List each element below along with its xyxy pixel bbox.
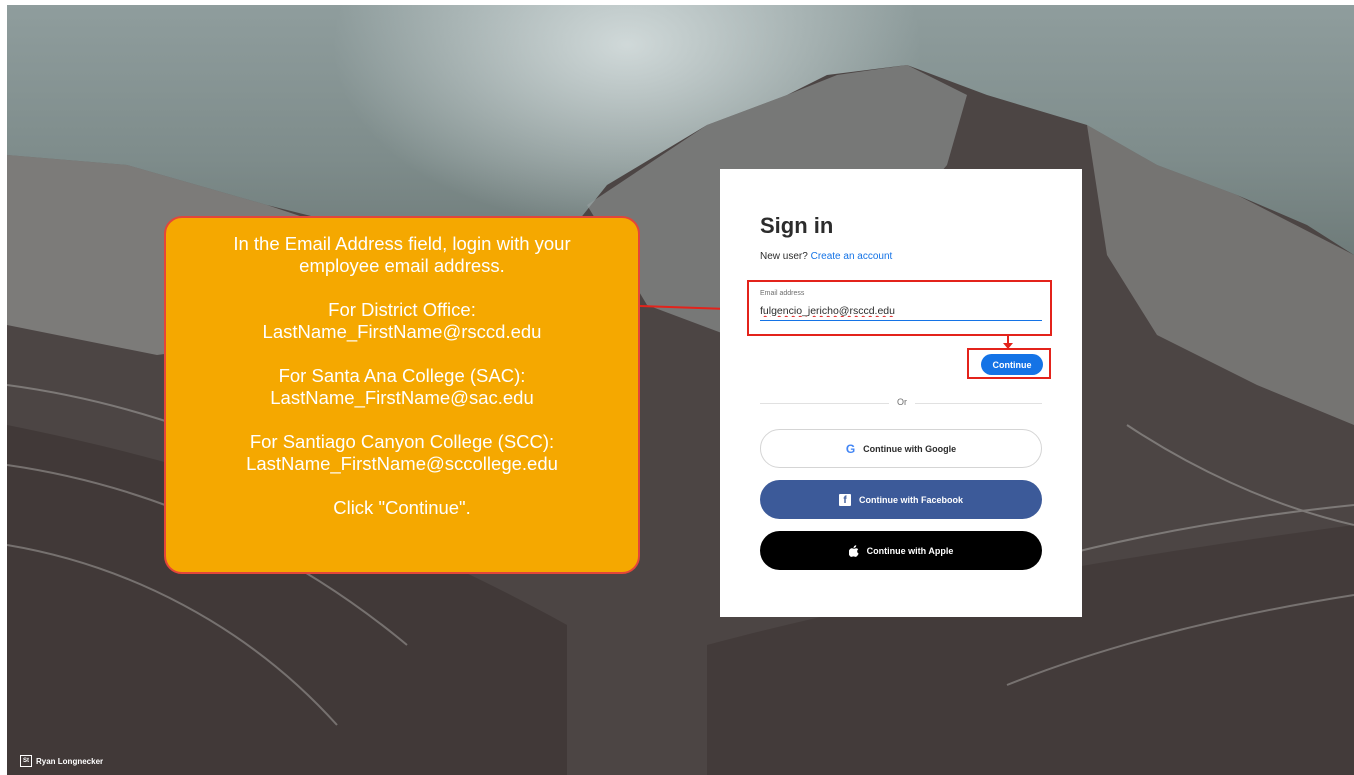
- callout-line-sac: For Santa Ana College (SAC): LastName_Fi…: [270, 365, 534, 408]
- callout-line-district: For District Office: LastName_FirstName@…: [262, 299, 542, 342]
- apple-button-label: Continue with Apple: [866, 545, 954, 556]
- apple-icon: [848, 544, 859, 557]
- facebook-icon: f: [838, 493, 851, 506]
- google-button-label: Continue with Google: [863, 443, 957, 454]
- new-user-text: New user? Create an account: [760, 251, 892, 262]
- page-title: Sign in: [760, 213, 834, 238]
- credit-logo-icon: St: [20, 755, 32, 767]
- new-user-prefix: New user?: [760, 251, 808, 262]
- create-account-link[interactable]: Create an account: [811, 251, 893, 262]
- continue-with-apple-button[interactable]: Continue with Apple: [760, 531, 1042, 570]
- callout-line-click: Click "Continue".: [333, 497, 471, 518]
- credit-text: Ryan Longnecker: [36, 756, 104, 766]
- or-label: Or: [889, 397, 915, 407]
- google-icon: G: [845, 441, 856, 456]
- facebook-button-label: Continue with Facebook: [858, 494, 963, 505]
- continue-with-google-button[interactable]: G Continue with Google: [760, 429, 1042, 468]
- signin-card: Sign in New user? Create an account Emai…: [720, 169, 1082, 617]
- email-label: Email address: [760, 290, 805, 297]
- email-field[interactable]: [760, 302, 1042, 321]
- instruction-callout: In the Email Address field, login with y…: [164, 216, 640, 574]
- continue-with-facebook-button[interactable]: f Continue with Facebook: [760, 480, 1042, 519]
- continue-button[interactable]: Continue: [981, 354, 1043, 375]
- callout-line-scc: For Santiago Canyon College (SCC): LastN…: [246, 431, 558, 474]
- callout-line-intro: In the Email Address field, login with y…: [233, 233, 571, 276]
- photo-credit: St Ryan Longnecker: [20, 754, 103, 768]
